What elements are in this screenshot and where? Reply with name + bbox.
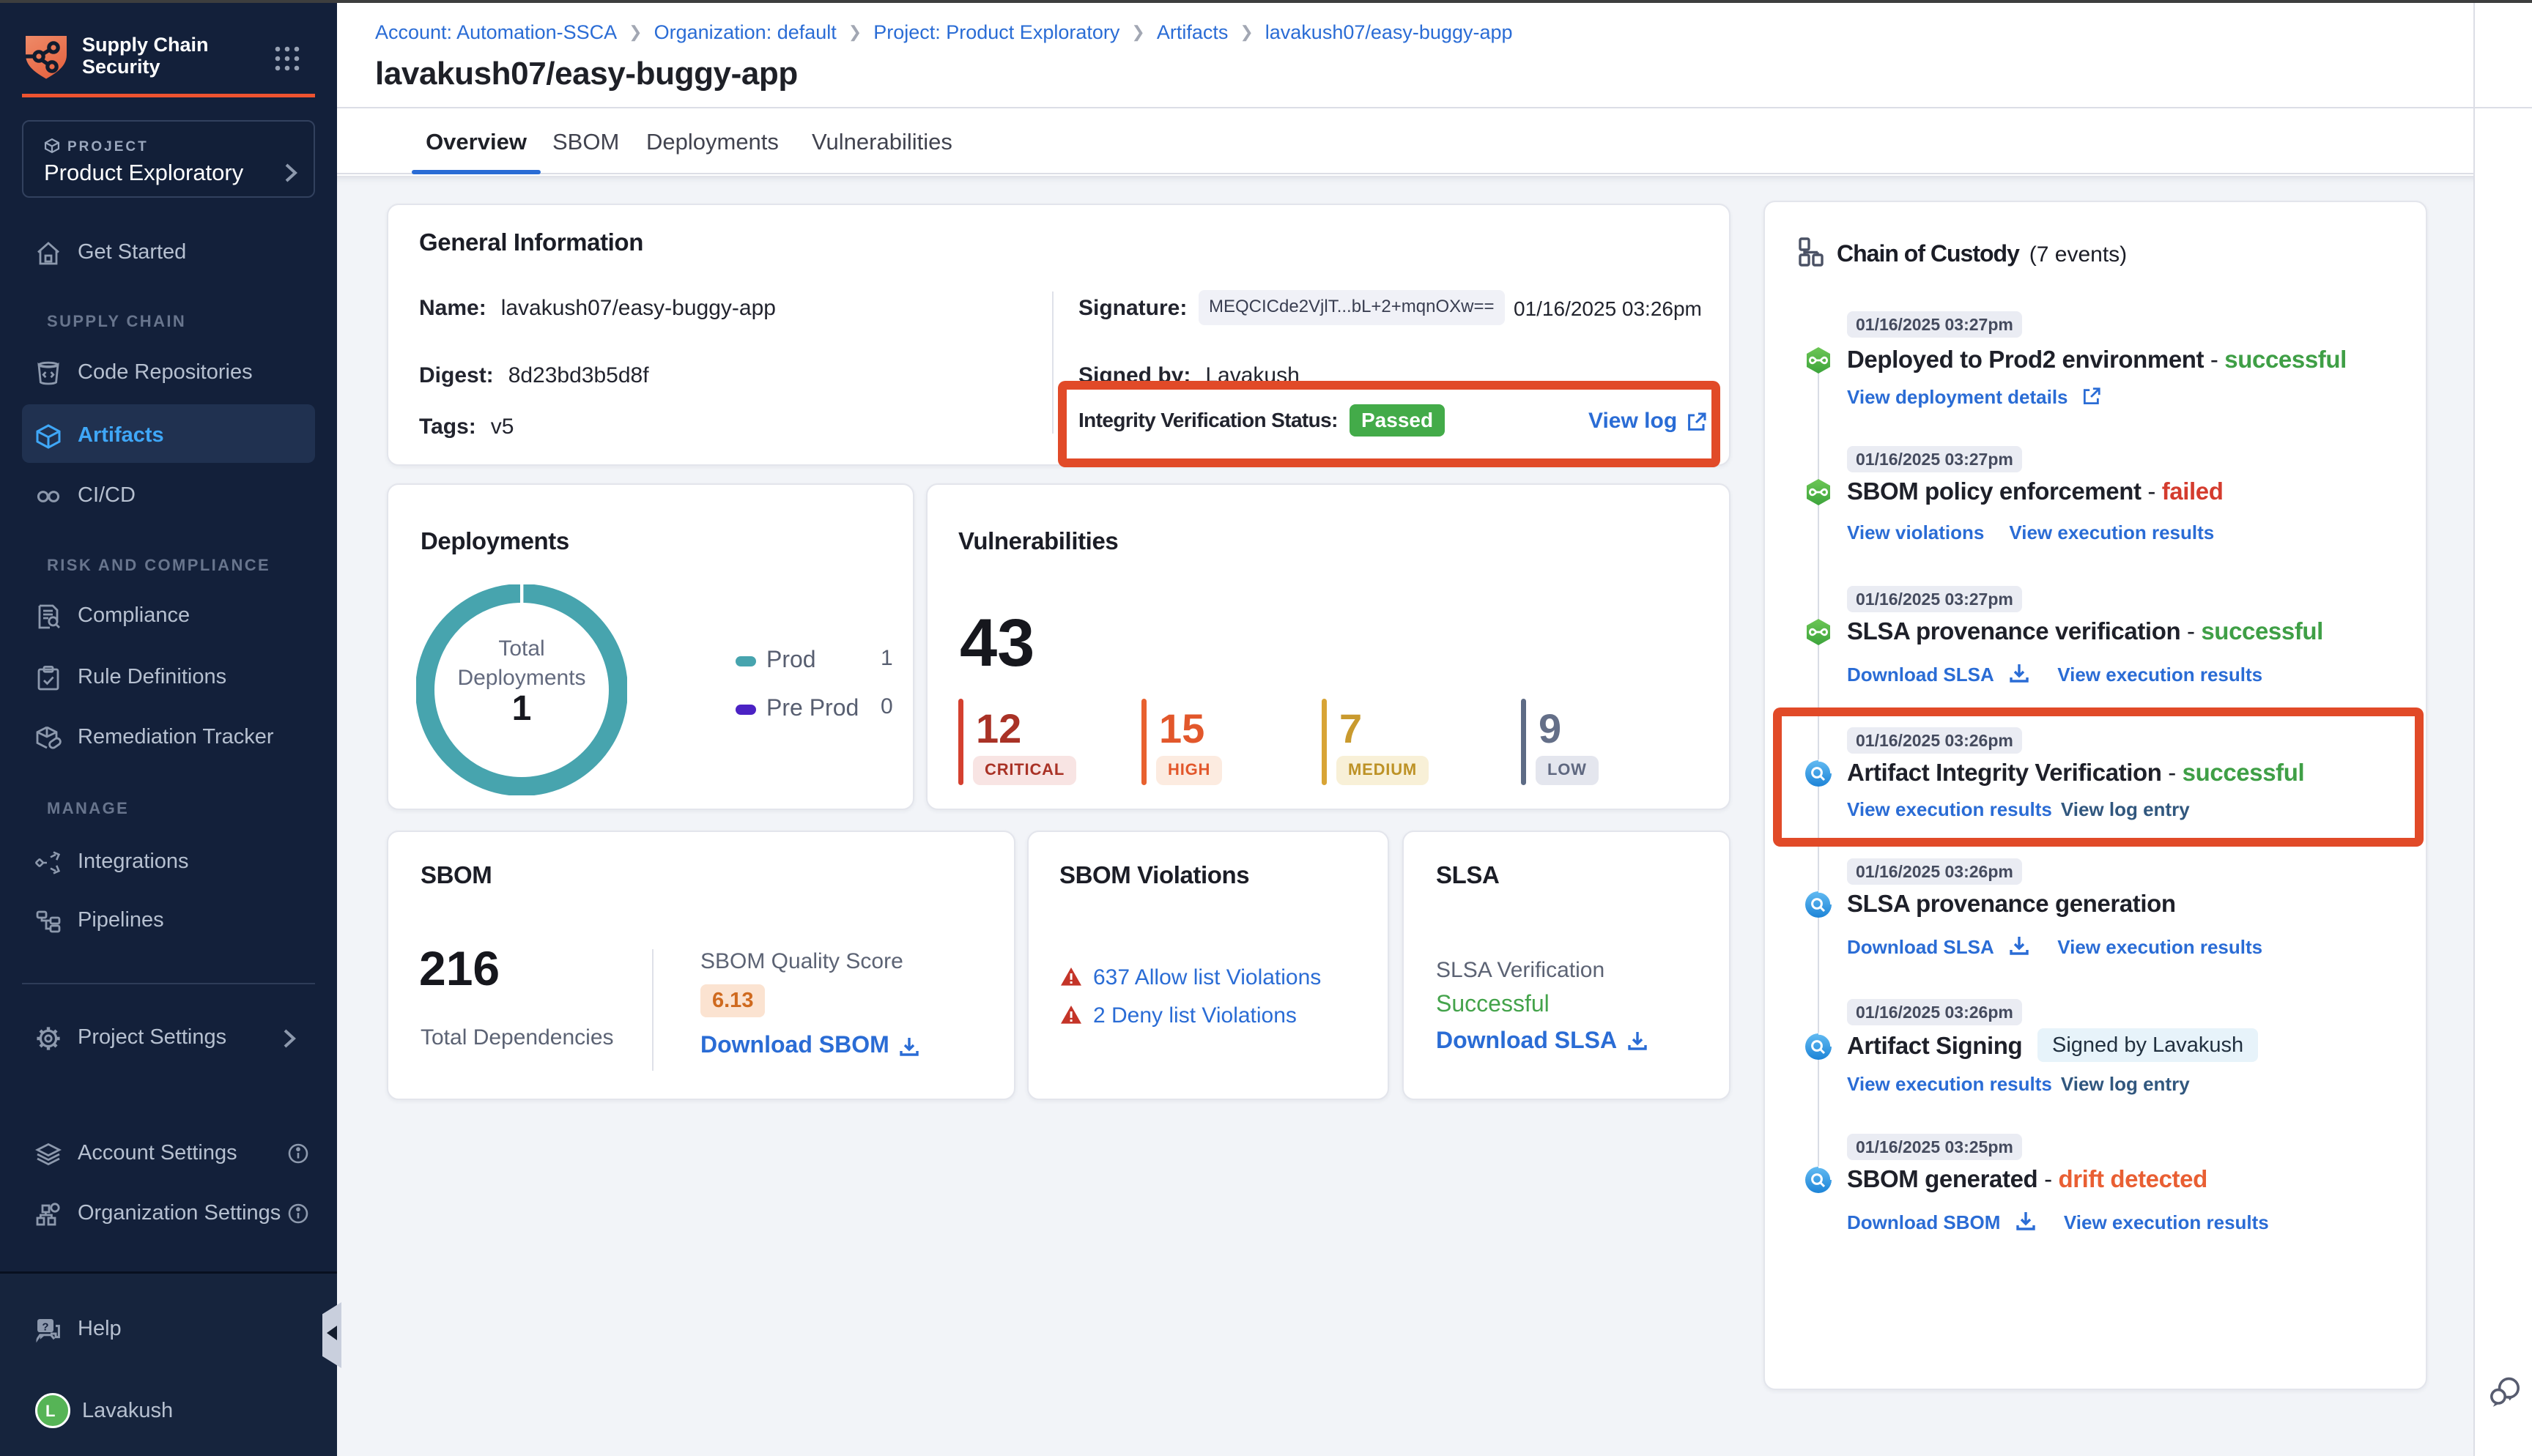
svg-text:?: ? bbox=[42, 1321, 48, 1333]
